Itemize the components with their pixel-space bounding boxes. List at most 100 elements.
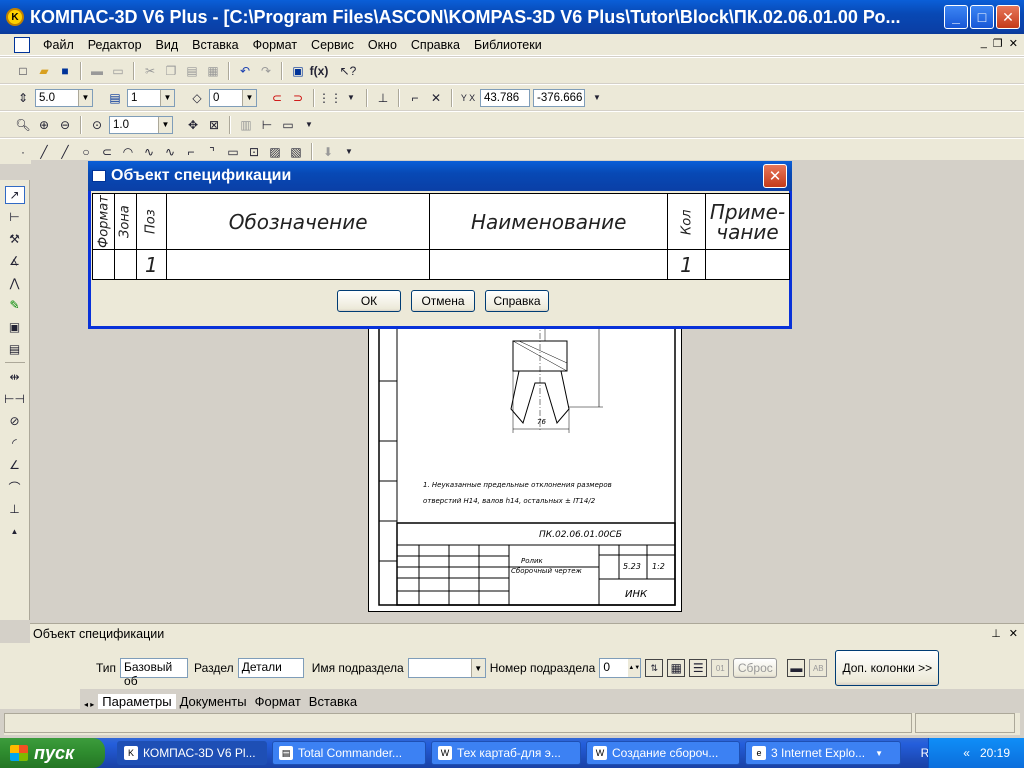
tab-documents[interactable]: Документы (176, 694, 251, 709)
grid-icon[interactable]: ⋮⋮ (318, 89, 342, 107)
lines-icon[interactable]: ☰ (689, 659, 708, 677)
geometry-panel-icon[interactable]: ↗ (4, 186, 25, 204)
tray-arrow-icon[interactable]: « (963, 746, 970, 760)
circle-icon[interactable]: ○ (77, 143, 95, 161)
maximize-button[interactable]: □ (970, 5, 994, 29)
pin-icon[interactable]: ⊥ (991, 627, 1001, 640)
open-folder-icon[interactable]: ▰ (35, 62, 53, 80)
hatch-icon[interactable]: ▨ (266, 143, 284, 161)
cancel-button[interactable]: Отмена (411, 290, 475, 312)
spinner-icon[interactable]: ▲▼ (628, 659, 641, 677)
tree-icon[interactable]: ⊢ (258, 116, 276, 134)
subsection-num-field[interactable]: 0 ▲▼ (599, 658, 642, 678)
local-cs-icon[interactable]: ⊥ (374, 89, 392, 107)
select-panel-icon[interactable]: ▣ (5, 318, 25, 336)
contour-icon[interactable]: ▧ (287, 143, 305, 161)
dimensions-panel-icon[interactable]: ⊢ (5, 208, 25, 226)
subsection-name-field[interactable]: ▼ (407, 658, 486, 678)
point-icon[interactable]: · (14, 143, 32, 161)
panel-close-icon[interactable]: ✕ (1009, 627, 1018, 640)
cell-name[interactable] (429, 249, 669, 280)
save-icon[interactable]: ■ (56, 62, 74, 80)
menu-service[interactable]: Сервис (304, 38, 361, 52)
cell-designation[interactable] (165, 249, 431, 280)
redo-icon[interactable]: ↷ (257, 62, 275, 80)
tab-format[interactable]: Формат (251, 694, 305, 709)
cell-pos[interactable]: 1 (135, 249, 167, 280)
aux-line-icon[interactable]: ╱ (35, 143, 53, 161)
linear-dim-icon[interactable]: ⇹ (5, 368, 25, 386)
mdi-restore-icon[interactable]: ❐ (993, 37, 1003, 50)
type-field[interactable]: Базовый об (120, 658, 189, 688)
mdi-close-icon[interactable]: ✕ (1009, 37, 1018, 50)
zoom-out-icon[interactable]: ⊖ (56, 116, 74, 134)
zoom-in-icon[interactable]: ⊕ (35, 116, 53, 134)
tab-scroll-icon[interactable]: ◂ ▸ (84, 700, 94, 709)
task-word-doc-1[interactable]: W Тех картаб-для э... (431, 741, 581, 765)
document-icon[interactable] (14, 36, 30, 53)
menu-view[interactable]: Вид (149, 38, 186, 52)
extra-columns-button[interactable]: Доп. колонки >> (835, 650, 940, 686)
chevron-down-icon[interactable]: ▼ (160, 89, 174, 106)
sort-icon[interactable]: ⇅ (645, 659, 664, 677)
menu-help[interactable]: Справка (404, 38, 467, 52)
variables-fx-icon[interactable]: f(x) (310, 62, 329, 80)
text-link-icon[interactable]: AB (809, 659, 828, 677)
dialog-close-button[interactable]: ✕ (763, 164, 787, 188)
close-button[interactable]: ✕ (996, 5, 1020, 29)
layer-combo[interactable]: 1 ▼ (127, 88, 175, 107)
context-help-icon[interactable]: ↖? (339, 62, 357, 80)
edit-panel-icon[interactable]: ∡ (5, 252, 25, 270)
menu-file[interactable]: Файл (36, 38, 81, 52)
manager-icon[interactable]: ▣ (289, 62, 307, 80)
chevron-down-icon[interactable]: ▼ (158, 116, 172, 133)
ortho-icon[interactable]: ⌐ (406, 89, 424, 107)
refresh-icon[interactable]: ▥ (237, 116, 255, 134)
geometry-link-icon[interactable]: ▬ (787, 659, 806, 677)
menu-editor[interactable]: Редактор (81, 38, 149, 52)
reset-button[interactable]: Сброс (733, 658, 778, 678)
measure-panel-icon[interactable]: ✎ (5, 296, 25, 314)
help-button[interactable]: Справка (485, 290, 549, 312)
angle-dim-icon[interactable]: ∠ (5, 456, 25, 474)
step-combo[interactable]: 5.0 ▼ (35, 88, 93, 107)
equidistant-icon[interactable]: ⊡ (245, 143, 263, 161)
chevron-down-icon[interactable]: ▼ (342, 89, 360, 107)
show-all-icon[interactable]: ⊠ (205, 116, 223, 134)
coord-y-field[interactable]: -376.666 (533, 88, 585, 107)
radius-dim-icon[interactable]: ◜ (5, 434, 25, 452)
params-panel-icon[interactable]: ⋀ (5, 274, 25, 292)
chevron-down-icon[interactable]: ▼ (588, 89, 606, 107)
menu-format[interactable]: Формат (246, 38, 304, 52)
linear-chain-icon[interactable]: ⊢⊣ (4, 390, 25, 408)
ok-button[interactable]: ОК (337, 290, 401, 312)
print-preview-icon[interactable]: ▭ (109, 62, 127, 80)
kompas-app-icon[interactable]: K (6, 8, 24, 26)
task-kompas[interactable]: K КОМПАС-3D V6 Pl... (117, 741, 267, 765)
task-total-commander[interactable]: ▤ Total Commander... (272, 741, 426, 765)
rectangle-icon[interactable]: ▭ (224, 143, 242, 161)
arc-icon[interactable]: ◠ (119, 143, 137, 161)
properties-copy-icon[interactable]: ▦ (204, 62, 222, 80)
spline-icon[interactable]: ∿ (140, 143, 158, 161)
display-mode-icon[interactable]: ▭ (279, 116, 297, 134)
segment-icon[interactable]: ╱ (56, 143, 74, 161)
height-dim-icon[interactable]: ⊥ (5, 500, 25, 518)
cell-qty[interactable]: 1 (667, 249, 706, 280)
copy-icon[interactable]: ❐ (162, 62, 180, 80)
chevron-down-icon[interactable]: ▲ (5, 522, 25, 540)
zoom-window-icon[interactable]: 🔍︎ (14, 116, 32, 134)
task-internet-explorer[interactable]: e 3 Internet Explo... ▼ (745, 741, 901, 765)
section-field[interactable]: Детали (237, 658, 304, 678)
chevron-down-icon[interactable]: ▼ (242, 89, 256, 106)
renumber-icon[interactable]: 01 (711, 659, 730, 677)
chevron-down-icon[interactable]: ▼ (300, 116, 318, 134)
mdi-minimize-icon[interactable]: _ (981, 37, 987, 50)
cell-format[interactable] (92, 249, 115, 280)
paste-icon[interactable]: ▤ (183, 62, 201, 80)
menu-insert[interactable]: Вставка (185, 38, 245, 52)
minimize-button[interactable]: _ (944, 5, 968, 29)
print-icon[interactable]: ▬ (88, 62, 106, 80)
chevron-down-icon[interactable]: ▼ (78, 89, 92, 106)
undo-icon[interactable]: ↶ (236, 62, 254, 80)
